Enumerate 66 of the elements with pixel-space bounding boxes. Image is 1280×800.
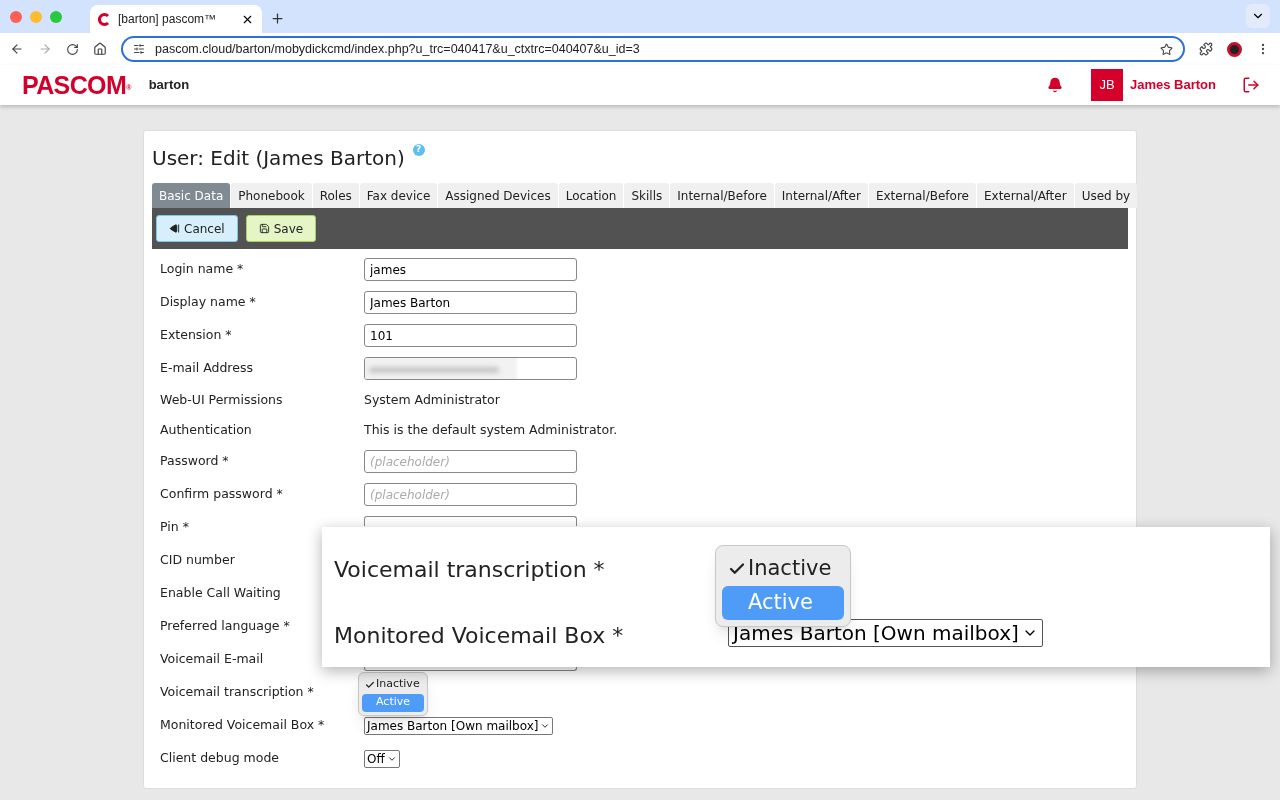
tab[interactable]: External/After bbox=[976, 183, 1074, 208]
notifications-bell-icon[interactable] bbox=[1047, 77, 1063, 93]
field-label: Monitored Voicemail Box * bbox=[160, 716, 326, 735]
cancel-button[interactable]: Cancel bbox=[156, 215, 238, 242]
field-label: Display name * bbox=[160, 293, 257, 312]
address-bar[interactable]: pascom.cloud/barton/mobydickcmd/index.php?u_trc=040417&u_ctxtrc=040407&u_id=3 bbox=[121, 36, 1185, 62]
tab[interactable]: Used by bbox=[1074, 183, 1138, 208]
tab[interactable]: Basic Data bbox=[152, 183, 231, 208]
site-logo-icon bbox=[98, 12, 110, 26]
field-value: This is the default system Administrator. bbox=[364, 420, 618, 439]
logo: PASCOM$^{®}$ bbox=[22, 72, 131, 98]
page-title: User: Edit (James Barton) bbox=[152, 145, 405, 172]
text-input[interactable] bbox=[364, 357, 577, 380]
extensions-icon[interactable] bbox=[1199, 42, 1213, 56]
text-input[interactable]: (placeholder) bbox=[364, 450, 577, 473]
text-input[interactable]: james bbox=[364, 258, 577, 281]
logout-icon[interactable] bbox=[1242, 76, 1260, 94]
field-label: Confirm password * bbox=[160, 485, 284, 504]
dropdown-option[interactable]: Inactive bbox=[362, 675, 424, 694]
text-input[interactable] bbox=[364, 516, 577, 526]
field-label: Authentication bbox=[160, 420, 253, 439]
field-label: Pin * bbox=[160, 518, 190, 537]
field-label: Web-UI Permissions bbox=[160, 390, 284, 409]
tab[interactable]: Roles bbox=[312, 183, 359, 208]
tab[interactable]: Location bbox=[558, 183, 624, 208]
select-field[interactable]: Off bbox=[364, 749, 400, 768]
text-input[interactable]: 101 bbox=[364, 324, 577, 347]
url-text: pascom.cloud/barton/mobydickcmd/index.php?u_trc=040417&u_ctxtrc=040407&u_id=3 bbox=[155, 40, 641, 58]
home-icon[interactable] bbox=[93, 42, 107, 56]
field-label: E-mail Address bbox=[160, 359, 254, 378]
user-name[interactable]: James Barton bbox=[1130, 75, 1216, 95]
field-label: Enable Call Waiting bbox=[160, 584, 282, 603]
field-label: Voicemail transcription * bbox=[160, 683, 315, 702]
tab-title: [barton] pascom™ bbox=[118, 11, 218, 28]
new-tab-icon[interactable] bbox=[270, 11, 285, 26]
field-label: Monitored Voicemail Box * bbox=[334, 622, 624, 650]
text-input[interactable]: (placeholder) bbox=[364, 483, 577, 506]
field-label: Client debug mode bbox=[160, 749, 280, 768]
user-avatar[interactable]: JB bbox=[1091, 69, 1123, 101]
browser-tab[interactable]: [barton] pascom™ bbox=[90, 5, 262, 33]
save-button[interactable]: Save bbox=[245, 215, 317, 242]
tab[interactable]: Assigned Devices bbox=[438, 183, 558, 208]
tab[interactable]: Internal/Before bbox=[670, 183, 774, 208]
back-icon[interactable] bbox=[10, 42, 24, 56]
back-step-icon bbox=[169, 223, 180, 234]
field-value: System Administrator bbox=[364, 390, 500, 409]
field-label: Voicemail E-mail bbox=[160, 650, 265, 669]
tab[interactable]: Internal/After bbox=[774, 183, 868, 208]
check-icon bbox=[365, 679, 375, 690]
tab[interactable]: Fax device bbox=[359, 183, 438, 208]
field-label: Password * bbox=[160, 452, 230, 471]
dropdown-option[interactable]: Inactive bbox=[722, 552, 844, 586]
tab[interactable]: Phonebook bbox=[231, 183, 312, 208]
bookmark-star-icon[interactable] bbox=[1160, 42, 1173, 56]
tenant-name: barton bbox=[148, 76, 190, 95]
field-label: Extension * bbox=[160, 326, 233, 345]
reload-icon[interactable] bbox=[66, 42, 79, 56]
tab-list-button[interactable] bbox=[1246, 4, 1270, 28]
text-input[interactable]: James Barton bbox=[364, 291, 577, 314]
profile-avatar[interactable] bbox=[1227, 41, 1242, 57]
tab[interactable]: External/Before bbox=[868, 183, 976, 208]
field-label: Login name * bbox=[160, 260, 245, 279]
select-field[interactable]: James Barton [Own mailbox] bbox=[364, 716, 554, 735]
site-settings-icon bbox=[133, 43, 145, 55]
tab[interactable]: Skills bbox=[624, 183, 670, 208]
field-label: Voicemail transcription * bbox=[334, 556, 605, 584]
